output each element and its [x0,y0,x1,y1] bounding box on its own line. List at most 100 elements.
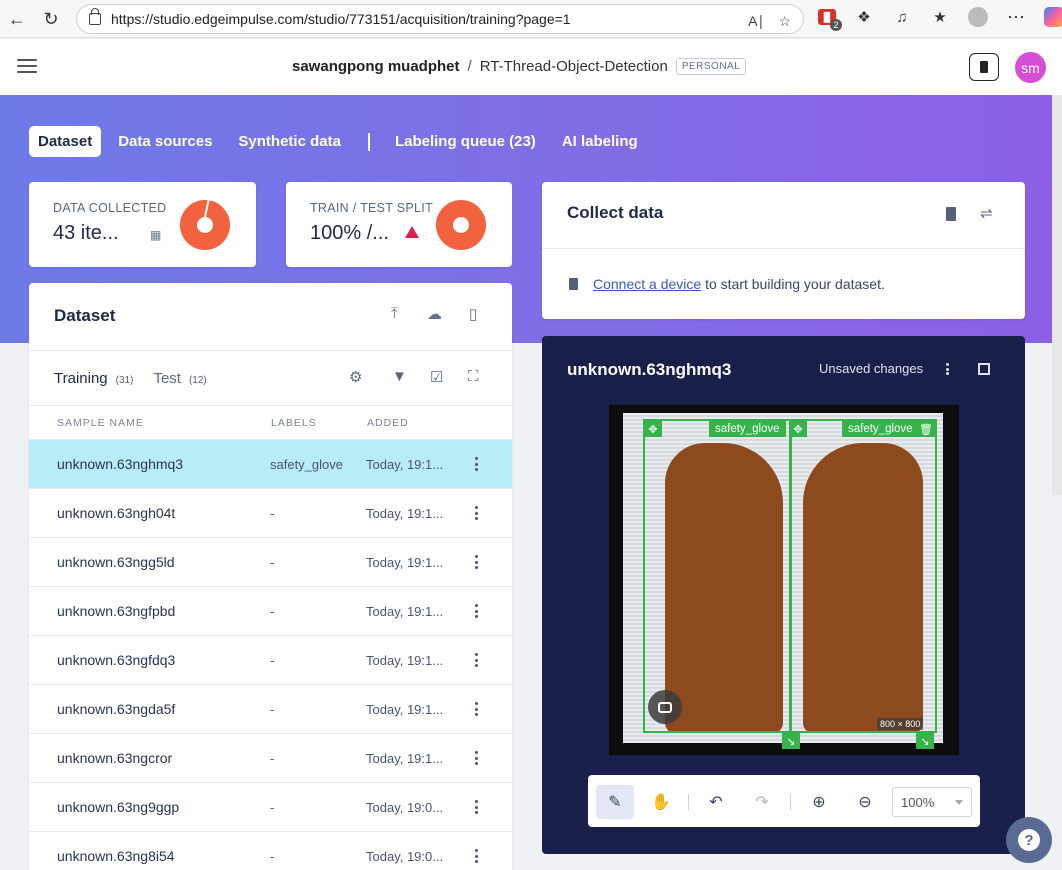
move-icon[interactable]: ✥ [789,421,807,437]
chart-icon[interactable]: ▦ [150,228,161,242]
more-icon[interactable]: ⋯ [1006,7,1026,27]
expand-icon[interactable]: ⛶ [468,368,479,385]
train-test-split-card: TRAIN / TEST SPLIT 100% /... [286,182,512,267]
bbox-label[interactable]: safety_glove [842,421,919,437]
project-name[interactable]: RT-Thread-Object-Detection [480,58,668,75]
sample-viewer: unknown.63nghmq3 Unsaved changes ✥ safet… [542,336,1025,854]
favorites-icon[interactable]: ★ [930,7,950,27]
favorite-star-icon[interactable]: ☆ [778,13,791,30]
table-row[interactable]: unknown.63ngfdq3 - Today, 19:1... [29,635,512,684]
row-menu-icon[interactable] [475,604,479,618]
device-chip-icon[interactable] [946,207,956,221]
data-collected-card: DATA COLLECTED 43 ite... ▦ [29,182,256,267]
table-row[interactable]: unknown.63ngcror - Today, 19:1... [29,733,512,782]
sample-name: unknown.63nghmq3 [57,456,184,472]
cloud-upload-icon[interactable]: ☁ [427,305,442,323]
row-menu-icon[interactable] [475,849,479,863]
owner-name[interactable]: sawangpong muadphet [292,58,460,75]
column-added[interactable]: ADDED [367,417,409,429]
table-row[interactable]: unknown.63ng9ggp - Today, 19:0... [29,782,512,831]
row-menu-icon[interactable] [475,506,479,520]
collect-hint-text: to start building your dataset. [701,276,885,292]
tab-ai-labeling[interactable]: AI labeling [553,126,647,157]
table-row[interactable]: unknown.63ngda5f - Today, 19:1... [29,684,512,733]
delete-icon[interactable]: 🗑 [917,421,935,437]
export-file-icon[interactable]: ▯ [469,305,477,323]
back-icon[interactable]: ← [4,6,30,32]
sample-label: - [270,848,275,864]
table-row[interactable]: unknown.63ngh04t - Today, 19:1... [29,488,512,537]
upload-icon[interactable]: ⤒ [391,305,398,322]
bbox-label[interactable]: safety_glove [709,421,786,437]
zoom-out-icon[interactable]: ⊖ [846,785,884,819]
tab-labeling-queue[interactable]: Labeling queue (23) [386,126,545,157]
tab-training[interactable]: Training [54,370,108,387]
row-menu-icon[interactable] [475,751,479,765]
device-chip-icon[interactable] [969,53,999,81]
settings-eye-icon[interactable]: ⚙ [349,368,362,386]
puzzle-icon[interactable]: ❖ [854,7,874,27]
column-labels[interactable]: LABELS [271,417,317,429]
tab-test[interactable]: Test [153,370,181,387]
filter-icon[interactable]: ▼ [392,368,407,385]
connect-device-link[interactable]: Connect a device [593,276,701,292]
help-button[interactable]: ? [1006,817,1052,863]
pan-hand-icon[interactable]: ✋ [642,785,680,819]
menu-icon[interactable] [17,59,37,73]
tab-divider [367,132,370,151]
sample-name: unknown.63ngda5f [57,701,176,717]
row-menu-icon[interactable] [475,800,479,814]
address-bar[interactable]: https://studio.edgeimpulse.com/studio/77… [76,4,804,34]
row-menu-icon[interactable] [475,457,479,471]
table-row[interactable]: unknown.63ngfpbd - Today, 19:1... [29,586,512,635]
copilot-icon[interactable] [1044,7,1062,27]
data-collected-value: 43 ite... [53,222,119,244]
redo-icon[interactable]: ↷ [743,785,781,819]
table-row[interactable]: unknown.63nghmq3 safety_glove Today, 19:… [29,439,512,488]
toolbar-separator [790,794,791,810]
sample-added: Today, 19:1... [366,750,444,766]
row-menu-icon[interactable] [475,555,479,569]
row-menu-icon[interactable] [475,702,479,716]
row-menu-icon[interactable] [475,653,479,667]
sample-added: Today, 19:1... [366,456,444,472]
zoom-in-icon[interactable]: ⊕ [800,785,838,819]
page-scrollbar[interactable] [1052,95,1062,495]
avatar[interactable]: sm [1015,52,1046,83]
usb-icon[interactable]: ⇌ [980,204,993,222]
training-count: (31) [115,375,134,386]
read-aloud-icon[interactable]: A∣ [748,13,764,30]
profile-icon[interactable] [968,7,988,27]
table-row[interactable]: unknown.63ng8i54 - Today, 19:0... [29,831,512,870]
tab-data-sources[interactable]: Data sources [109,126,221,157]
bounding-box[interactable] [643,419,791,733]
undo-icon[interactable]: ↶ [697,785,735,819]
column-sample-name[interactable]: SAMPLE NAME [57,417,144,429]
reload-icon[interactable]: ↻ [38,6,64,32]
zoom-select[interactable]: 100% [892,787,972,817]
sample-added: Today, 19:0... [366,799,444,815]
move-icon[interactable]: ✥ [644,421,662,437]
camera-icon[interactable] [648,690,682,724]
draw-box-icon[interactable]: ✎ [596,785,634,819]
resize-icon[interactable]: ↘ [782,733,800,749]
extension-badge-icon[interactable]: █ 2 [818,9,842,31]
sample-added: Today, 19:1... [366,505,444,521]
fullscreen-icon[interactable] [978,363,990,375]
warning-icon[interactable] [405,226,419,238]
sample-image[interactable]: ✥ safety_glove ✥ safety_glove 🗑 ↘ ↘ 800 … [609,405,959,755]
dataset-subtabs: Training (31) Test (12) [54,370,207,387]
tab-dataset[interactable]: Dataset [29,126,102,157]
table-row[interactable]: unknown.63ngg5ld - Today, 19:1... [29,537,512,586]
bounding-box[interactable] [790,419,937,733]
collect-data-card: Collect data ⇌ Connect a device to start… [542,182,1025,319]
viewer-menu-icon[interactable] [946,363,949,375]
sample-name: unknown.63ngfpbd [57,603,176,619]
resize-icon[interactable]: ↘ [916,733,934,749]
dataset-panel: Dataset ⤒ ☁ ▯ Training (31) Test (12) ⚙ … [29,283,512,870]
select-checkbox-icon[interactable]: ☑ [430,368,443,386]
tab-synthetic-data[interactable]: Synthetic data [229,126,350,157]
media-icon[interactable]: ♫ [892,7,912,27]
data-collected-label: DATA COLLECTED [53,201,167,215]
collect-data-title: Collect data [567,203,664,222]
